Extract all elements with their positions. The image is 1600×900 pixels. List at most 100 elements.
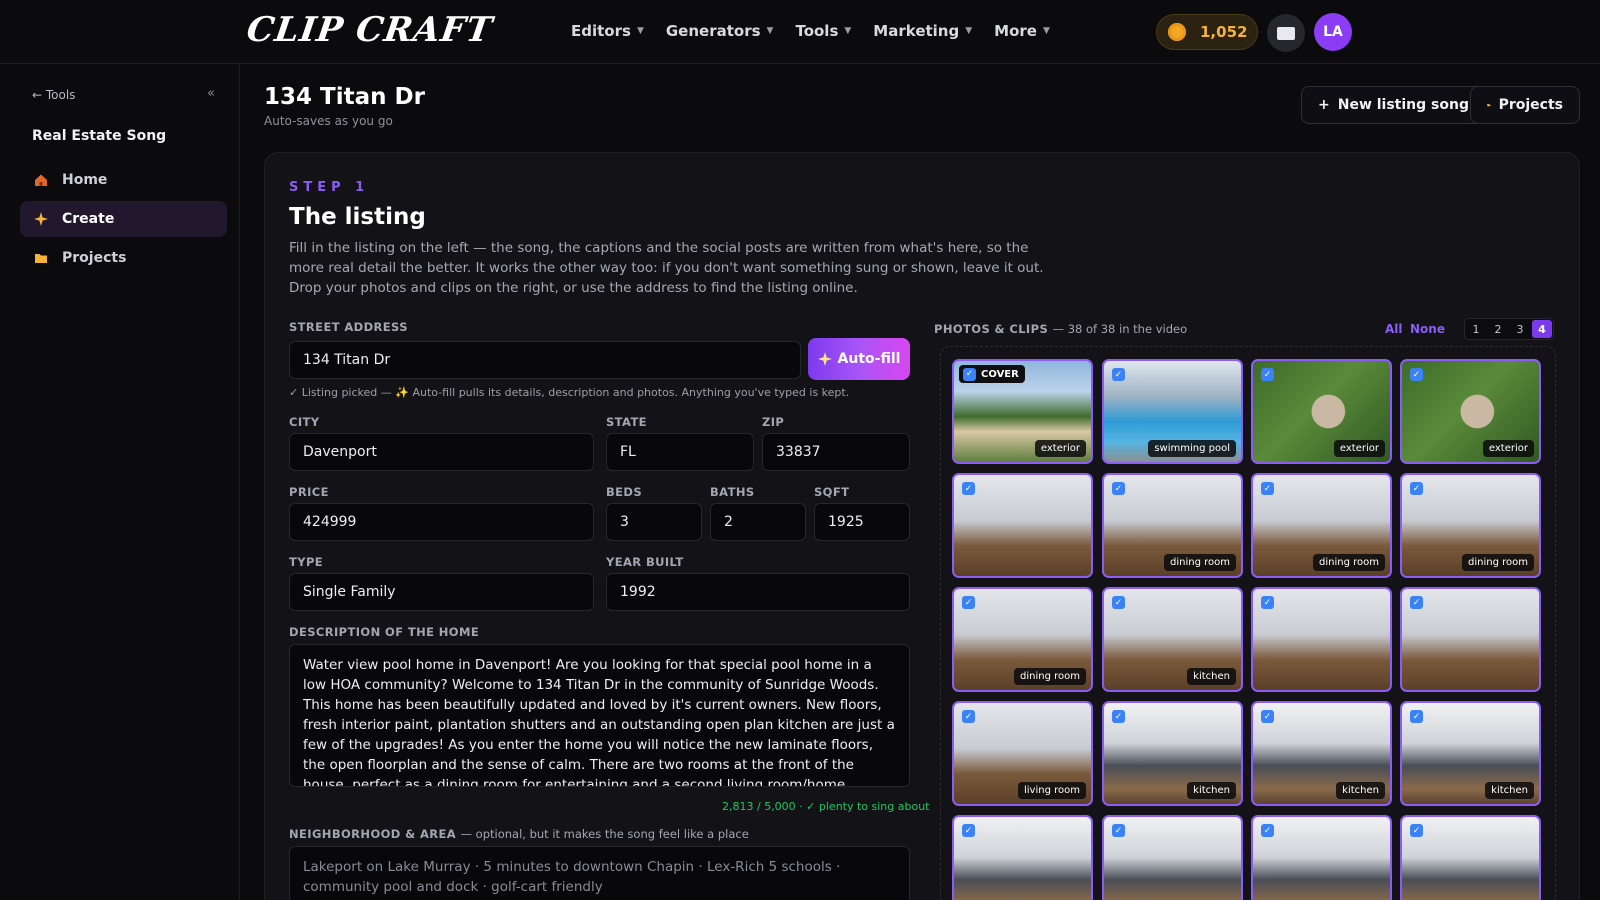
sidebar-item-projects[interactable]: Projects <box>20 240 227 276</box>
nav-generators[interactable]: Generators ▼ <box>666 22 774 40</box>
checkbox-checked-icon[interactable]: ✓ <box>1410 596 1423 609</box>
media-tile[interactable]: ✓ kitchen <box>1102 701 1243 806</box>
media-tile[interactable]: ✓ kitchen <box>1400 701 1541 806</box>
main-nav: Editors ▼ Generators ▼ Tools ▼ Marketing ▼ M… <box>571 22 1050 40</box>
year-built-label: YEAR BUILT <box>606 555 684 569</box>
plus-icon: + <box>1318 97 1330 113</box>
checkbox-checked-icon[interactable]: ✓ <box>1261 710 1274 723</box>
media-tile[interactable]: ✓ <box>1251 587 1392 692</box>
checkbox-checked-icon[interactable]: ✓ <box>1112 710 1125 723</box>
media-tile[interactable]: ✓ kitchen <box>1102 587 1243 692</box>
media-tile[interactable]: ✓ swimming pool <box>1102 359 1243 464</box>
checkbox-checked-icon[interactable]: ✓ <box>1410 482 1423 495</box>
chevron-down-icon: ▼ <box>965 26 973 36</box>
checkbox-checked-icon[interactable]: ✓ <box>1261 824 1274 837</box>
media-tile[interactable]: ✓ COVER exterior <box>952 359 1093 464</box>
media-tile[interactable]: ✓ living room <box>952 701 1093 806</box>
state-label: STATE <box>606 415 647 429</box>
checkbox-checked-icon[interactable]: ✓ <box>962 710 975 723</box>
media-tile[interactable]: ✓ dining room <box>1400 473 1541 578</box>
character-counter: 2,813 / 5,000 · ✓ plenty to sing about <box>722 800 930 813</box>
media-tile[interactable]: ✓ dining room <box>1102 473 1243 578</box>
folder-icon <box>35 254 47 263</box>
media-tile[interactable]: ✓ <box>952 815 1093 900</box>
baths-label: BATHS <box>710 485 755 499</box>
sidebar-item-label: Create <box>62 211 115 227</box>
checkbox-checked-icon[interactable]: ✓ <box>1112 368 1125 381</box>
beds-input[interactable]: 3 <box>606 503 702 541</box>
media-tile[interactable]: ✓ <box>1400 815 1541 900</box>
baths-input[interactable]: 2 <box>710 503 806 541</box>
description-label: DESCRIPTION OF THE HOME <box>289 625 480 639</box>
checkbox-checked-icon[interactable]: ✓ <box>1261 596 1274 609</box>
media-tile[interactable]: ✓ kitchen <box>1251 701 1392 806</box>
media-tile[interactable]: ✓ dining room <box>952 587 1093 692</box>
street-label: STREET ADDRESS <box>289 320 408 334</box>
neighborhood-textarea[interactable]: Lakeport on Lake Murray · 5 minutes to d… <box>289 846 910 900</box>
new-listing-song-button[interactable]: + New listing song <box>1301 86 1486 124</box>
section-title: The listing <box>289 204 426 230</box>
select-all-link[interactable]: All <box>1385 322 1403 336</box>
listing-hint: ✓ Listing picked — ✨ Auto-fill pulls its… <box>289 386 850 399</box>
checkbox-checked-icon[interactable]: ✓ <box>1261 482 1274 495</box>
nav-label: Generators <box>665 22 761 40</box>
sqft-input[interactable]: 1925 <box>814 503 910 541</box>
nav-label: Tools <box>795 22 839 40</box>
nav-more[interactable]: More ▼ <box>994 22 1050 40</box>
page-1-button[interactable]: 1 <box>1466 320 1486 338</box>
sidebar: ← Tools « Real Estate Song Home Create P… <box>0 64 240 900</box>
page-title: 134 Titan Dr <box>264 84 425 110</box>
checkbox-checked-icon[interactable]: ✓ <box>1112 482 1125 495</box>
auto-fill-label: Auto-fill <box>837 351 901 367</box>
state-input[interactable]: FL <box>606 433 754 471</box>
checkbox-checked-icon[interactable]: ✓ <box>963 367 976 381</box>
collapse-sidebar-button[interactable]: « <box>207 86 215 101</box>
media-tile[interactable]: ✓ <box>1251 815 1392 900</box>
neighborhood-optional-note: — optional, but it makes the song feel l… <box>460 827 749 841</box>
nav-editors[interactable]: Editors ▼ <box>571 22 644 40</box>
city-input[interactable]: Davenport <box>289 433 594 471</box>
neighborhood-label-text: NEIGHBORHOOD & AREA <box>289 827 457 841</box>
nav-marketing[interactable]: Marketing ▼ <box>873 22 972 40</box>
checkbox-checked-icon[interactable]: ✓ <box>962 482 975 495</box>
sidebar-item-home[interactable]: Home <box>20 162 227 198</box>
auto-fill-button[interactable]: Auto-fill <box>808 338 910 380</box>
checkbox-checked-icon[interactable]: ✓ <box>1410 368 1423 381</box>
select-none-link[interactable]: None <box>1410 322 1445 336</box>
city-label: CITY <box>289 415 320 429</box>
checkbox-checked-icon[interactable]: ✓ <box>962 824 975 837</box>
page-3-button[interactable]: 3 <box>1510 320 1530 338</box>
media-tile[interactable]: ✓ <box>1102 815 1243 900</box>
media-tile[interactable]: ✓ exterior <box>1251 359 1392 464</box>
back-to-tools-link[interactable]: ← Tools <box>32 88 75 102</box>
checkbox-checked-icon[interactable]: ✓ <box>1410 710 1423 723</box>
neighborhood-label: NEIGHBORHOOD & AREA — optional, but it m… <box>289 827 749 841</box>
year-built-input[interactable]: 1992 <box>606 573 910 611</box>
credits-badge[interactable]: 1,052 <box>1156 14 1258 50</box>
nav-tools[interactable]: Tools ▼ <box>795 22 851 40</box>
sidebar-item-create[interactable]: Create <box>20 201 227 237</box>
media-tile[interactable]: ✓ exterior <box>1400 359 1541 464</box>
media-tile[interactable]: ✓ dining room <box>1251 473 1392 578</box>
checkbox-checked-icon[interactable]: ✓ <box>1261 368 1274 381</box>
price-label: PRICE <box>289 485 329 499</box>
checkbox-checked-icon[interactable]: ✓ <box>962 596 975 609</box>
page-4-button[interactable]: 4 <box>1532 320 1552 338</box>
logo[interactable]: CLIP CRAFT <box>244 10 495 50</box>
checkbox-checked-icon[interactable]: ✓ <box>1112 596 1125 609</box>
street-address-input[interactable]: 134 Titan Dr <box>289 341 801 379</box>
checkbox-checked-icon[interactable]: ✓ <box>1112 824 1125 837</box>
zip-input[interactable]: 33837 <box>762 433 910 471</box>
media-tile[interactable]: ✓ <box>1400 587 1541 692</box>
type-select[interactable]: Single Family <box>289 573 594 611</box>
messages-button[interactable] <box>1267 14 1305 52</box>
page-2-button[interactable]: 2 <box>1488 320 1508 338</box>
chevron-down-icon: ▼ <box>844 26 852 36</box>
media-tag: living room <box>1018 782 1086 799</box>
projects-button[interactable]: Projects <box>1470 86 1580 124</box>
media-tile[interactable]: ✓ <box>952 473 1093 578</box>
avatar[interactable]: LA <box>1314 13 1352 51</box>
description-textarea[interactable]: Water view pool home in Davenport! Are y… <box>289 644 910 787</box>
price-input[interactable]: 424999 <box>289 503 594 541</box>
checkbox-checked-icon[interactable]: ✓ <box>1410 824 1423 837</box>
